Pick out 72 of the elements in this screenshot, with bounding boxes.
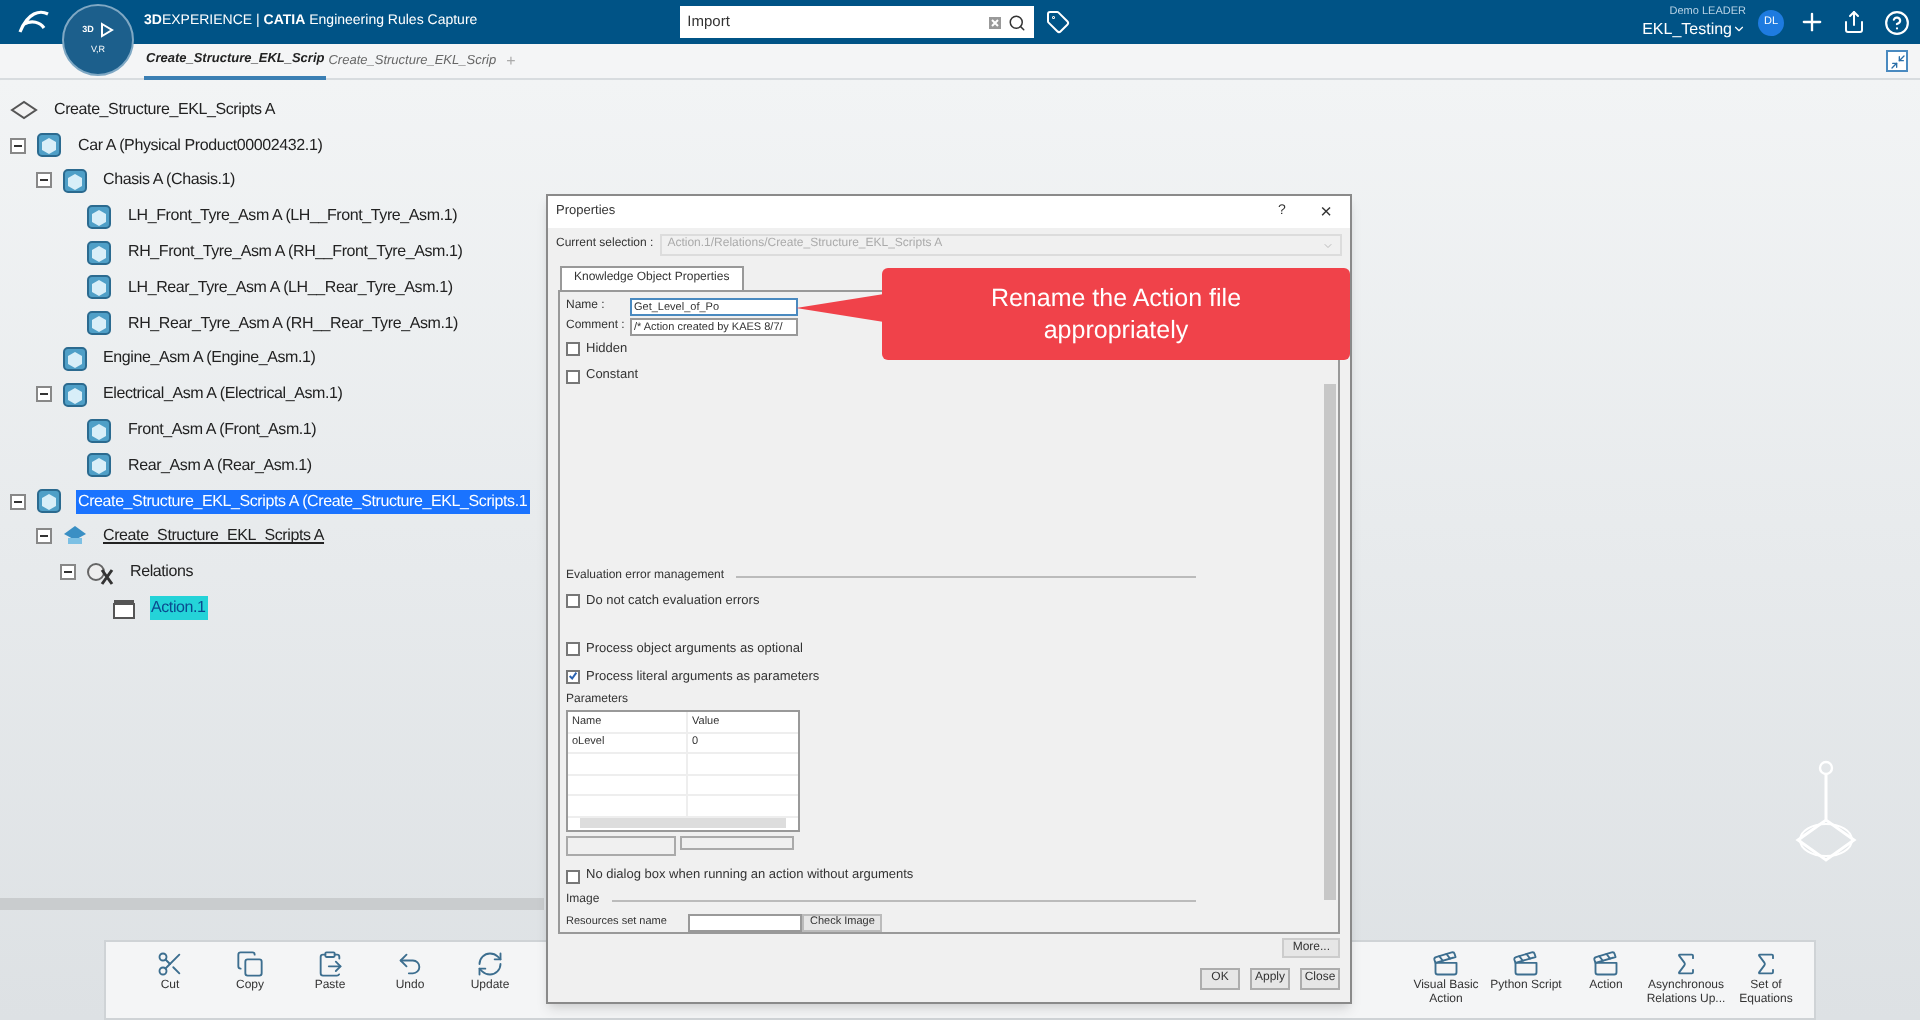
collapse-icon[interactable] [35, 386, 51, 403]
sigma-icon [1672, 950, 1700, 978]
clipboard-icon [316, 950, 344, 978]
chevron-icon [1732, 22, 1746, 36]
cube-icon [36, 132, 62, 159]
clapperboard-icon [111, 597, 135, 620]
checkbox[interactable] [566, 342, 580, 357]
scissors-icon [156, 950, 184, 978]
cube-icon [86, 203, 112, 230]
clear-icon[interactable] [987, 15, 1002, 29]
clapperboard-icon [1432, 950, 1460, 978]
clapperboard-icon [1512, 950, 1540, 978]
cube-icon [86, 452, 112, 479]
play-icon[interactable] [99, 22, 114, 39]
tree-item[interactable]: Action.1 [149, 596, 208, 621]
space-selector[interactable]: EKL_Testing [1642, 19, 1746, 39]
checkbox[interactable] [566, 669, 580, 684]
help-icon[interactable] [1884, 9, 1910, 35]
cube-icon [61, 345, 87, 372]
collapse-icon[interactable] [10, 493, 26, 510]
relations-icon [86, 559, 114, 586]
cube-icon [86, 417, 112, 444]
checkbox[interactable] [566, 369, 580, 384]
search-icon[interactable] [1007, 13, 1026, 31]
input-field[interactable] [680, 836, 794, 851]
assembly-icon [10, 97, 38, 122]
collapse-icon[interactable] [35, 528, 51, 545]
cube-icon [86, 239, 112, 266]
tree-item[interactable]: Electrical_Asm A (Electrical_Asm.1) [101, 382, 345, 407]
checkbox[interactable] [566, 594, 580, 609]
resources-field[interactable] [688, 914, 802, 932]
collapse-icon[interactable] [60, 564, 76, 581]
tag-icon[interactable] [1045, 10, 1070, 34]
collapse-icon[interactable] [10, 137, 26, 154]
tree-item[interactable]: Chasis A (Chasis.1) [101, 168, 238, 193]
tree-item[interactable]: LH_Front_Tyre_Asm A (LH__Front_Tyre_Asm.1) [126, 204, 460, 229]
tree-item[interactable]: Create_Structure_EKL_Scripts A [52, 97, 278, 122]
tree-item[interactable]: LH_Rear_Tyre_Asm A (LH__Rear_Tyre_Asm.1) [126, 275, 455, 300]
tree-item[interactable]: Front_Asm A (Front_Asm.1) [126, 418, 319, 443]
table-scrollbar[interactable] [580, 817, 786, 829]
part-icon [61, 524, 87, 549]
callout-text: Rename the Action file appropriately [988, 282, 1244, 346]
cube-icon [86, 310, 112, 337]
scrollbar-thumb[interactable] [1324, 384, 1336, 900]
cube-icon [36, 488, 62, 515]
cube-icon [61, 381, 87, 408]
close-button[interactable]: × [1314, 197, 1338, 227]
clapperboard-icon [1592, 950, 1620, 978]
checkbox[interactable] [566, 869, 580, 884]
cube-icon [61, 167, 87, 194]
plus-icon[interactable] [1798, 8, 1826, 36]
sigma-icon [1752, 950, 1780, 978]
collapse-icon[interactable] [35, 172, 51, 189]
checkbox[interactable] [566, 642, 580, 657]
dropdown-icon [1322, 239, 1334, 251]
tree-item[interactable]: Engine_Asm A (Engine_Asm.1) [101, 346, 318, 371]
copy-icon [236, 950, 264, 978]
cube-icon [86, 274, 112, 301]
tree-item[interactable]: Rear_Asm A (Rear_Asm.1) [126, 453, 314, 478]
horizontal-scrollbar[interactable] [0, 898, 544, 910]
share-icon[interactable] [1842, 10, 1866, 34]
input-field[interactable] [566, 836, 676, 857]
tree-item[interactable]: Create_Structure_EKL_Scripts A [101, 524, 327, 549]
tree-item[interactable]: RH_Rear_Tyre_Asm A (RH__Rear_Tyre_Asm.1) [126, 311, 460, 336]
tree-item[interactable]: Car A (Physical Product00002432.1) [76, 133, 325, 158]
tree-item[interactable]: Create_Structure_EKL_Scripts A (Create_Structure_EKL_Scripts.1 [76, 489, 530, 514]
tree-item[interactable]: RH_Front_Tyre_Asm A (RH__Front_Tyre_Asm.1) [126, 240, 465, 265]
tree-item[interactable]: Relations [128, 560, 196, 585]
logo-icon [16, 8, 52, 36]
minimize-button[interactable] [1886, 50, 1908, 72]
undo-icon [396, 950, 424, 978]
refresh-icon [476, 950, 504, 978]
